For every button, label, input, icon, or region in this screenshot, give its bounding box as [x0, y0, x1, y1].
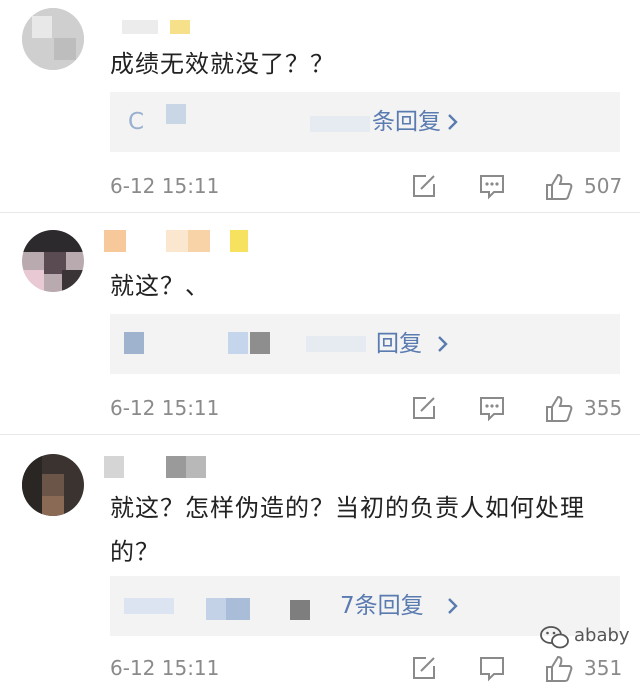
like-count: 351 [584, 656, 623, 680]
timestamp: 6-12 15:11 [110, 656, 220, 680]
comment-icon[interactable] [478, 654, 506, 682]
divider [0, 434, 640, 435]
wechat-icon [540, 626, 569, 649]
comment-text: 成绩无效就没了？？ [110, 50, 335, 78]
chevron-right-icon [438, 336, 448, 352]
reply-prefix: C [128, 109, 145, 135]
edit-icon[interactable] [410, 394, 438, 422]
comment-icon[interactable] [478, 172, 506, 200]
like-count: 507 [584, 174, 623, 198]
reply-preview[interactable]: 回复 [110, 314, 620, 374]
like-count: 355 [584, 396, 623, 420]
thumbs-up-icon[interactable] [544, 394, 574, 424]
comment-meta: 6-12 15:11 355 [110, 390, 625, 430]
avatar[interactable] [22, 8, 84, 70]
comment-text: 就这？、 [110, 272, 210, 300]
watermark: ababy [540, 623, 640, 653]
thumbs-up-icon[interactable] [544, 172, 574, 202]
reply-preview[interactable]: C 条回复 [110, 92, 620, 152]
watermark-text: ababy [574, 625, 630, 646]
divider [0, 212, 640, 213]
timestamp: 6-12 15:11 [110, 396, 220, 420]
more-replies-link[interactable]: 回复 [376, 314, 422, 374]
comment-text: 就这？怎样伪造的？当初的负责人如何处理的？ [110, 494, 585, 566]
comment-meta: 6-12 15:11 351 [110, 650, 625, 690]
edit-icon[interactable] [410, 654, 438, 682]
comment-icon[interactable] [478, 394, 506, 422]
timestamp: 6-12 15:11 [110, 174, 220, 198]
comment-meta: 6-12 15:11 507 [110, 168, 625, 208]
thumbs-up-icon[interactable] [544, 654, 574, 684]
edit-icon[interactable] [410, 172, 438, 200]
avatar[interactable] [22, 454, 84, 516]
chevron-right-icon [448, 598, 458, 614]
avatar[interactable] [22, 230, 84, 292]
chevron-right-icon [448, 114, 458, 130]
more-replies-link[interactable]: 7条回复 [340, 576, 424, 636]
more-replies-link[interactable]: 条回复 [372, 92, 441, 152]
